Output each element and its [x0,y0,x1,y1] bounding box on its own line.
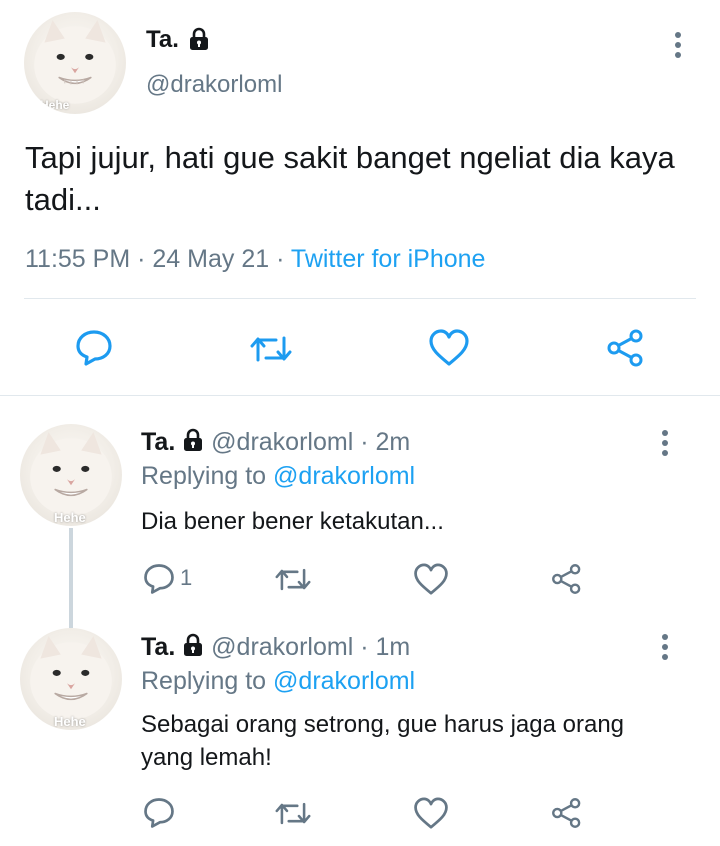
separator-dot: · [276,245,291,273]
more-options-icon[interactable] [655,428,675,458]
replying-to-label: Replying to [141,667,267,695]
tweet-time: 11:55 PM [25,245,131,273]
tweet-source-link[interactable]: Twitter for iPhone [291,245,486,273]
retweet-icon[interactable] [248,332,294,366]
divider [24,298,696,299]
user-handle: @drakorloml [211,633,354,661]
avatar-caption: Hehe [40,98,70,112]
thread-connector-line [69,528,73,628]
share-icon[interactable] [550,562,584,596]
divider [0,395,720,396]
replying-to-handle-link[interactable]: @drakorloml [273,462,415,490]
avatar[interactable]: Hehe [20,424,122,526]
more-options-icon[interactable] [655,632,675,662]
lock-icon [189,27,208,50]
tweet-age: 2m [375,428,411,456]
share-icon[interactable] [605,327,647,369]
like-icon[interactable] [413,797,449,830]
more-options-icon[interactable] [668,30,688,60]
display-name: Ta. [141,428,176,456]
display-name: Ta. [141,633,176,661]
avatar-caption: Hehe [54,510,86,525]
tweet-text: Sebagai orang setrong, gue harus jaga or… [141,711,625,771]
separator-dot: · [137,245,153,273]
separator-dot: · [360,633,376,661]
user-handle[interactable]: @drakorloml [146,71,282,99]
lock-icon [184,429,203,452]
reply-icon[interactable] [74,329,114,367]
avatar[interactable]: Hehe [24,12,126,114]
display-name[interactable]: Ta. [146,26,210,54]
retweet-icon[interactable] [273,799,313,828]
reply-header[interactable]: Ta. @drakorloml · 2m [141,428,410,457]
tweet-text: Tapi jujur, hati gue sakit banget ngelia… [25,140,675,217]
like-icon[interactable] [413,563,449,596]
tweet-age: 1m [375,633,411,661]
retweet-icon[interactable] [273,565,313,594]
tweet-text: Dia bener bener ketakutan... [141,508,444,535]
replying-to: Replying to @drakorloml [141,462,415,491]
replying-to-label: Replying to [141,462,267,490]
tweet-date: 24 May 21 [152,245,270,273]
tweet-metadata: 11:55 PM · 24 May 21 · Twitter for iPhon… [25,245,485,274]
avatar-caption: Hehe [54,714,86,729]
avatar[interactable]: Hehe [20,628,122,730]
lock-icon [184,634,203,657]
user-handle: @drakorloml [211,428,354,456]
reply-header[interactable]: Ta. @drakorloml · 1m [141,633,410,662]
replying-to-handle-link[interactable]: @drakorloml [273,667,415,695]
reply-icon[interactable] [142,797,176,829]
display-name-text: Ta. [146,26,179,53]
share-icon[interactable] [550,796,584,830]
replying-to: Replying to @drakorloml [141,667,415,696]
like-icon[interactable] [428,329,470,367]
reply-icon[interactable] [142,563,176,595]
separator-dot: · [360,428,376,456]
reply-count: 1 [180,565,193,590]
